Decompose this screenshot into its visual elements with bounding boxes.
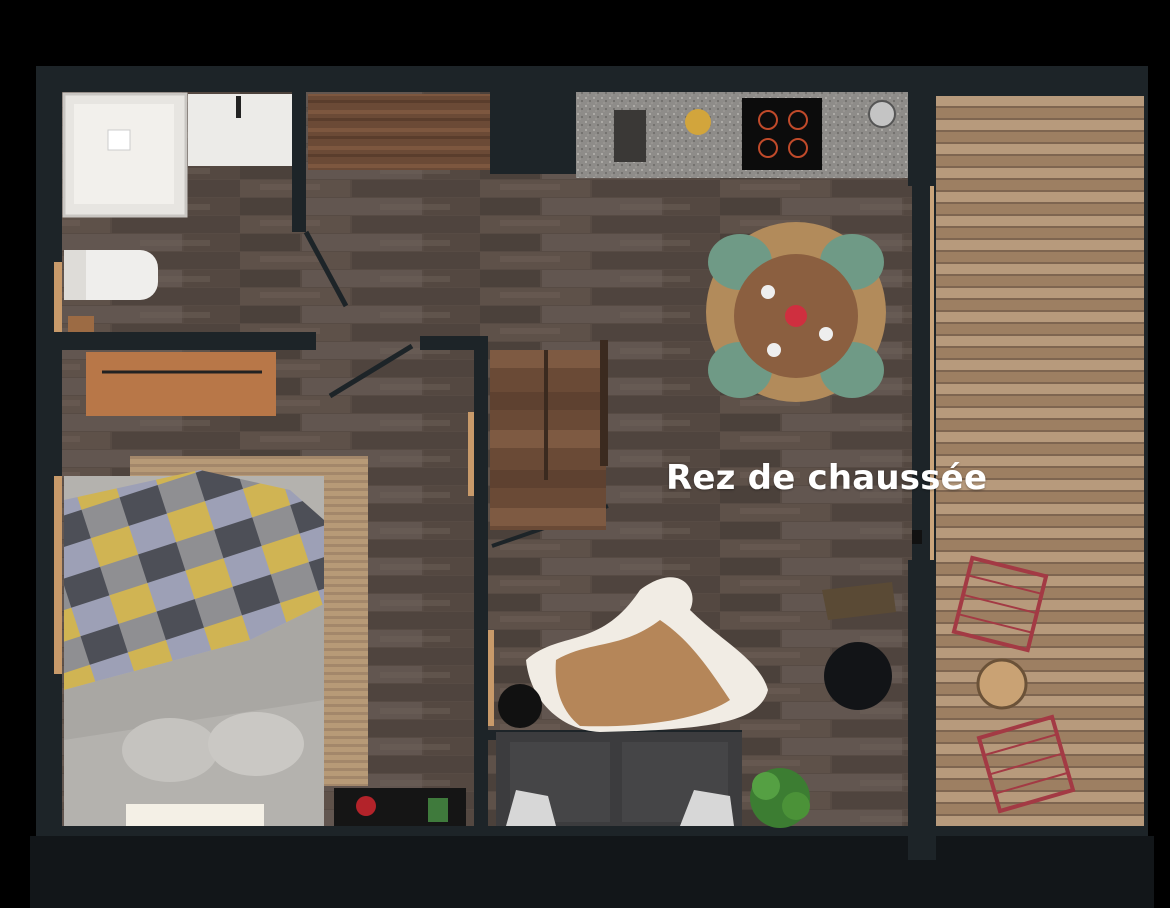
pillow — [208, 712, 304, 776]
hall-bench — [86, 352, 276, 416]
dining-table — [706, 222, 886, 402]
plant — [750, 768, 810, 828]
floor-label: Rez de chaussée — [666, 458, 988, 498]
staircase — [490, 340, 608, 530]
fruit-bowl — [685, 109, 711, 135]
pillow — [122, 718, 218, 782]
cooktop — [742, 98, 822, 170]
facade-bottom — [30, 836, 1154, 908]
side-table — [824, 642, 892, 710]
wardrobe — [308, 94, 490, 170]
floor-plan — [0, 0, 1170, 908]
sink — [614, 110, 646, 162]
terrace-table — [976, 658, 1028, 710]
